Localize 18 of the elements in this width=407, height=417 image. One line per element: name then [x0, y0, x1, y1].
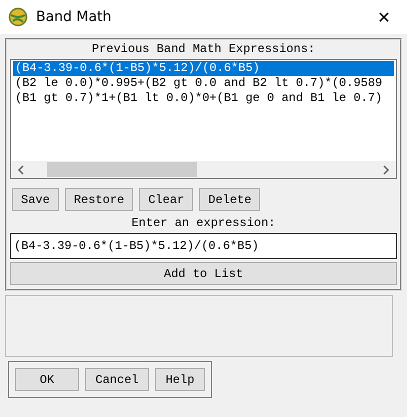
- expression-item[interactable]: (B2 le 0.0)*0.995+(B2 gt 0.0 and B2 lt 0.7)*(0.9589: [13, 76, 394, 91]
- close-button[interactable]: ✕: [361, 0, 407, 34]
- list-button[interactable]: Clear: [139, 188, 194, 211]
- expression-label: Enter an expression:: [130, 216, 277, 230]
- list-label: Previous Band Math Expressions:: [90, 42, 316, 56]
- list-button[interactable]: Save: [12, 188, 59, 211]
- window-title: Band Math: [36, 9, 112, 25]
- expression-item[interactable]: (B1 gt 0.7)*1+(B1 lt 0.0)*0+(B1 ge 0 and B1 le 0.7): [13, 91, 394, 106]
- list-button[interactable]: Delete: [199, 188, 260, 211]
- globe-icon: [8, 7, 28, 27]
- dialog-button[interactable]: OK: [15, 368, 79, 391]
- dialog-button[interactable]: Cancel: [85, 368, 149, 391]
- list-button[interactable]: Restore: [64, 188, 134, 211]
- add-to-list-button[interactable]: Add to List: [10, 262, 397, 285]
- expression-item[interactable]: (B4-3.39-0.6*(1-B5)*5.12)/(0.6*B5): [13, 61, 394, 76]
- dialog-button[interactable]: Help: [155, 368, 205, 391]
- horizontal-scrollbar[interactable]: [11, 161, 396, 178]
- expression-field[interactable]: (B4-3.39-0.6*(1-B5)*5.12)/(0.6*B5): [10, 233, 397, 259]
